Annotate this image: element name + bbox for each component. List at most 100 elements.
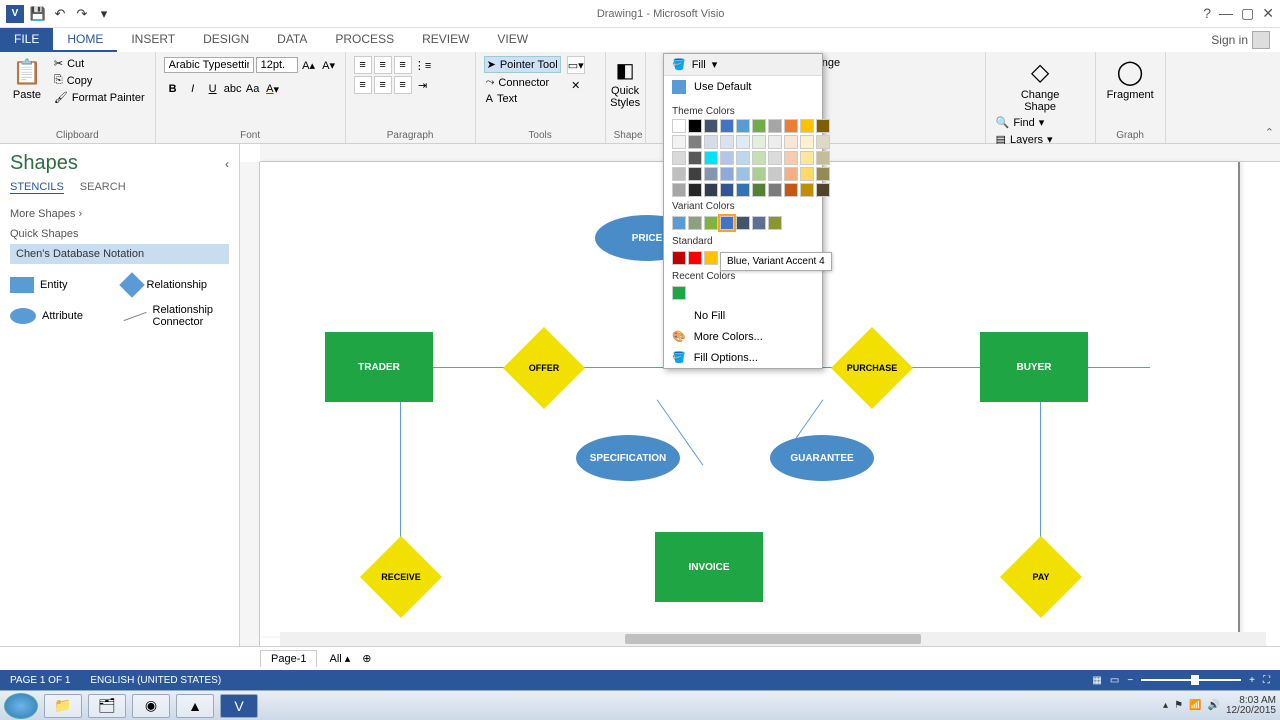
rel-receive[interactable]: RECEIVE bbox=[372, 548, 430, 606]
stencil-connector[interactable]: Relationship Connector bbox=[123, 304, 230, 328]
save-icon[interactable]: 💾 bbox=[30, 6, 46, 22]
undo-icon[interactable]: ↶ bbox=[52, 6, 68, 22]
attr-specification[interactable]: SPECIFICATION bbox=[576, 435, 680, 481]
attr-guarantee[interactable]: GUARANTEE bbox=[770, 435, 874, 481]
minimize-icon[interactable]: — bbox=[1219, 5, 1233, 22]
fit-page-button[interactable]: ⛶ bbox=[1263, 675, 1270, 686]
stencil-entity[interactable]: Entity bbox=[10, 276, 117, 294]
more-shapes-link[interactable]: More Shapes › bbox=[10, 204, 229, 224]
action-center-icon[interactable]: ⚑ bbox=[1174, 700, 1183, 711]
text-tool-button[interactable]: AText bbox=[484, 92, 561, 106]
bold-button[interactable]: B bbox=[164, 80, 182, 98]
start-button[interactable] bbox=[4, 693, 38, 719]
restore-icon[interactable]: ▢ bbox=[1241, 5, 1254, 22]
close-icon[interactable]: ✕ bbox=[1262, 5, 1274, 22]
language-indicator[interactable]: ENGLISH (UNITED STATES) bbox=[90, 675, 221, 686]
selected-swatch[interactable] bbox=[720, 216, 734, 230]
zoom-slider[interactable] bbox=[1141, 679, 1241, 681]
strike-button[interactable]: abc bbox=[224, 80, 242, 98]
tab-data[interactable]: DATA bbox=[263, 28, 321, 52]
rel-pay[interactable]: PAY bbox=[1012, 548, 1070, 606]
tab-process[interactable]: PROCESS bbox=[321, 28, 408, 52]
redo-icon[interactable]: ↷ bbox=[74, 6, 90, 22]
page-tab-1[interactable]: Page-1 bbox=[260, 650, 317, 667]
visio-task-icon[interactable]: V bbox=[220, 694, 258, 718]
view-mode-icon[interactable]: ▦ bbox=[1092, 675, 1101, 686]
format-painter-button[interactable]: 🖌Format Painter bbox=[52, 90, 147, 105]
tab-insert[interactable]: INSERT bbox=[117, 28, 189, 52]
more-colors-item[interactable]: 🎨More Colors... bbox=[664, 326, 822, 347]
folder-icon[interactable]: 🗂 bbox=[88, 694, 126, 718]
collapse-ribbon-icon[interactable]: ⌃ bbox=[1265, 126, 1274, 139]
align-left-button[interactable]: ≡ bbox=[354, 76, 372, 94]
find-button[interactable]: 🔍Find▾ bbox=[994, 115, 1087, 130]
chen-notation-stencil[interactable]: Chen's Database Notation bbox=[10, 244, 229, 264]
rel-offer[interactable]: OFFER bbox=[515, 339, 573, 397]
align-bot-button[interactable]: ≡ bbox=[394, 56, 412, 74]
entity-trader[interactable]: TRADER bbox=[325, 332, 433, 402]
presentation-icon[interactable]: ▭ bbox=[1110, 675, 1119, 686]
change-shape-button[interactable]: ◇ Change Shape bbox=[994, 56, 1087, 115]
font-size-select[interactable] bbox=[256, 57, 298, 73]
fill-button-header[interactable]: 🪣 Fill ▾ bbox=[664, 54, 822, 76]
zoom-in-button[interactable]: + bbox=[1249, 675, 1255, 686]
tab-file[interactable]: FILE bbox=[0, 28, 53, 52]
align-top-button[interactable]: ≡ bbox=[354, 56, 372, 74]
vlc-icon[interactable]: ▲ bbox=[176, 694, 214, 718]
all-pages[interactable]: All ▴ bbox=[329, 652, 350, 665]
clock-time[interactable]: 8:03 AM bbox=[1226, 696, 1276, 706]
entity-buyer[interactable]: BUYER bbox=[980, 332, 1088, 402]
swatch[interactable] bbox=[672, 119, 686, 133]
underline-button[interactable]: U bbox=[204, 80, 222, 98]
quick-shapes-link[interactable]: Quick Shapes bbox=[10, 224, 229, 244]
clock-date[interactable]: 12/20/2015 bbox=[1226, 706, 1276, 716]
volume-icon[interactable]: 🔊 bbox=[1207, 700, 1219, 711]
new-page-button[interactable]: ⊕ bbox=[362, 652, 371, 665]
network-icon[interactable]: 📶 bbox=[1189, 700, 1201, 711]
grow-font-button[interactable]: A▴ bbox=[300, 56, 318, 74]
horizontal-scrollbar[interactable] bbox=[280, 632, 1266, 646]
fragment-button[interactable]: ◯ Fragment bbox=[1104, 56, 1157, 103]
delete-button[interactable]: ✕ bbox=[567, 76, 585, 94]
fill-options-item[interactable]: 🪣Fill Options... bbox=[664, 347, 822, 368]
no-fill-item[interactable]: No Fill bbox=[664, 306, 822, 326]
italic-button[interactable]: I bbox=[184, 80, 202, 98]
tab-review[interactable]: REVIEW bbox=[408, 28, 483, 52]
rel-purchase[interactable]: PURCHASE bbox=[843, 339, 901, 397]
tab-design[interactable]: DESIGN bbox=[189, 28, 263, 52]
quick-styles-button[interactable]: ◧ Quick Styles bbox=[614, 56, 637, 111]
explorer-icon[interactable]: 📁 bbox=[44, 694, 82, 718]
stencils-tab[interactable]: STENCILS bbox=[10, 181, 64, 194]
scrollbar-thumb[interactable] bbox=[625, 634, 921, 644]
font-family-select[interactable] bbox=[164, 57, 254, 73]
stencil-relationship[interactable]: Relationship bbox=[123, 276, 230, 294]
page-indicator[interactable]: PAGE 1 OF 1 bbox=[10, 675, 70, 686]
entity-invoice[interactable]: INVOICE bbox=[655, 532, 763, 602]
tab-home[interactable]: HOME bbox=[53, 28, 117, 52]
align-center-button[interactable]: ≡ bbox=[374, 76, 392, 94]
zoom-out-button[interactable]: − bbox=[1127, 675, 1133, 686]
search-tab[interactable]: SEARCH bbox=[80, 181, 126, 194]
connector-button[interactable]: ⤳Connector bbox=[484, 75, 561, 90]
align-mid-button[interactable]: ≡ bbox=[374, 56, 392, 74]
paste-button[interactable]: 📋 Paste bbox=[8, 56, 46, 103]
copy-button[interactable]: ⎘Copy bbox=[52, 73, 147, 88]
sign-in[interactable]: Sign in bbox=[1201, 28, 1280, 52]
bullets-button[interactable]: ⋮≡ bbox=[414, 56, 432, 74]
shrink-font-button[interactable]: A▾ bbox=[320, 56, 338, 74]
align-right-button[interactable]: ≡ bbox=[394, 76, 412, 94]
stencil-attribute[interactable]: Attribute bbox=[10, 304, 117, 328]
rectangle-tool-button[interactable]: ▭▾ bbox=[567, 56, 585, 74]
tab-view[interactable]: VIEW bbox=[483, 28, 542, 52]
qat-dropdown-icon[interactable]: ▾ bbox=[96, 6, 112, 22]
pointer-tool-button[interactable]: ➤Pointer Tool bbox=[484, 56, 561, 73]
help-icon[interactable]: ? bbox=[1203, 5, 1211, 22]
tray-up-icon[interactable]: ▴ bbox=[1163, 700, 1168, 711]
case-button[interactable]: Aa bbox=[244, 80, 262, 98]
collapse-pane-icon[interactable]: ‹ bbox=[225, 157, 229, 171]
chrome-icon[interactable]: ◉ bbox=[132, 694, 170, 718]
use-default-item[interactable]: Use Default bbox=[664, 76, 822, 98]
font-color-button[interactable]: A▾ bbox=[264, 80, 282, 98]
cut-button[interactable]: ✂Cut bbox=[52, 56, 147, 71]
indent-button[interactable]: ⇥ bbox=[414, 76, 432, 94]
